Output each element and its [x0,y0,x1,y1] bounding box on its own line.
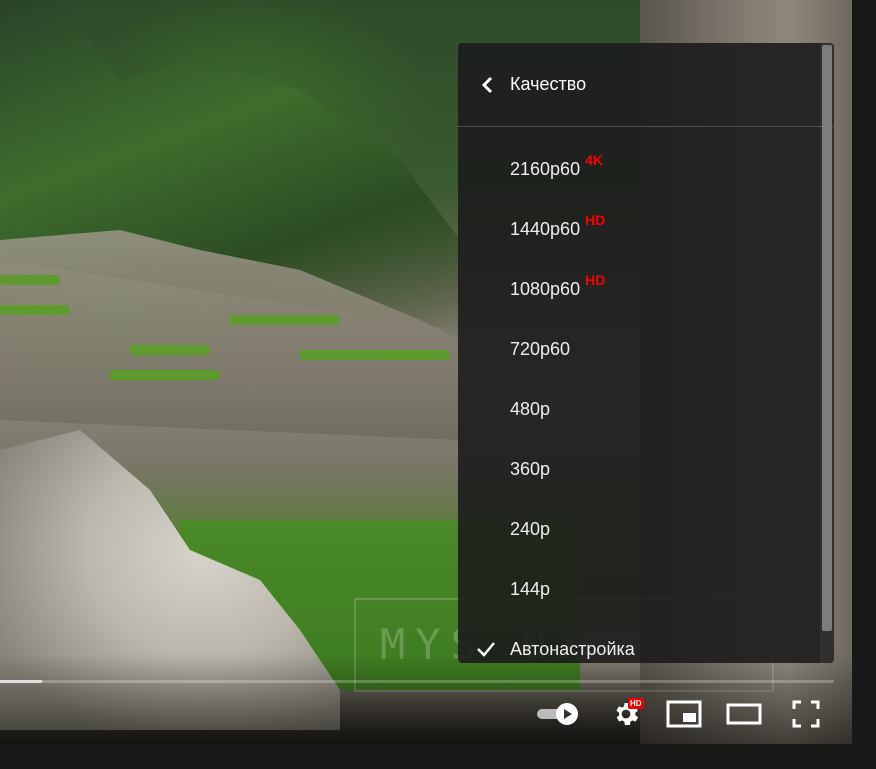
settings-button[interactable]: HD [604,696,648,732]
quality-option-label: Автонастройка [510,638,635,659]
quality-badge: 4K [585,152,603,168]
settings-hd-badge: HD [628,698,644,709]
quality-option[interactable]: 480p [458,379,834,439]
quality-option[interactable]: Автонастройка [458,619,834,663]
video-player[interactable]: MYS OX HD [0,0,852,744]
video-frame-terrace [0,305,70,315]
fullscreen-icon [792,700,820,728]
quality-option[interactable]: 240p [458,499,834,559]
player-controls: HD [0,696,852,736]
chevron-left-icon[interactable] [478,75,498,95]
theater-icon [726,703,762,725]
quality-option-label: 2160p60 [510,158,581,179]
miniplayer-button[interactable] [664,696,704,732]
progress-bar-played [0,680,42,683]
quality-badge: HD [585,272,606,288]
quality-option[interactable]: 2160p60 4K [458,139,834,199]
quality-option-label: 144p [510,578,551,599]
video-frame-terrace [110,370,220,380]
quality-option[interactable]: 1080p60 HD [458,259,834,319]
video-frame-terrace [0,275,60,285]
theater-mode-button[interactable] [724,696,764,732]
quality-option-label: 720p60 [510,338,571,359]
quality-option-label: 1440p60 [510,218,581,239]
quality-option[interactable]: 1440p60 HD [458,199,834,259]
miniplayer-icon [666,700,702,728]
quality-option-label: 480p [510,398,551,419]
quality-option-label: 360p [510,458,551,479]
quality-badge: HD [585,212,606,228]
menu-title: Качество [510,74,587,94]
menu-scrollbar-thumb[interactable] [822,45,832,631]
autoplay-toggle[interactable] [536,696,582,732]
video-frame-terrace [130,345,210,355]
quality-option[interactable]: 360p [458,439,834,499]
video-frame-terrace [300,350,450,360]
menu-scrollbar[interactable] [820,43,834,663]
quality-settings-menu: Качество 2160p60 4K 1440p60 HD 1080p60 HD 720p… [458,43,834,663]
quality-options-list: 2160p60 4K 1440p60 HD 1080p60 HD 720p60 480p 360… [458,127,834,663]
quality-option-label: 1080p60 [510,278,581,299]
video-frame-terrace [230,315,340,325]
menu-header[interactable]: Качество [458,43,834,127]
autoplay-toggle-icon [537,703,578,725]
quality-option[interactable]: 720p60 [458,319,834,379]
quality-option-label: 240p [510,518,551,539]
progress-bar[interactable] [0,680,834,683]
quality-option[interactable]: 144p [458,559,834,619]
fullscreen-button[interactable] [786,696,826,732]
checkmark-icon [477,642,495,657]
